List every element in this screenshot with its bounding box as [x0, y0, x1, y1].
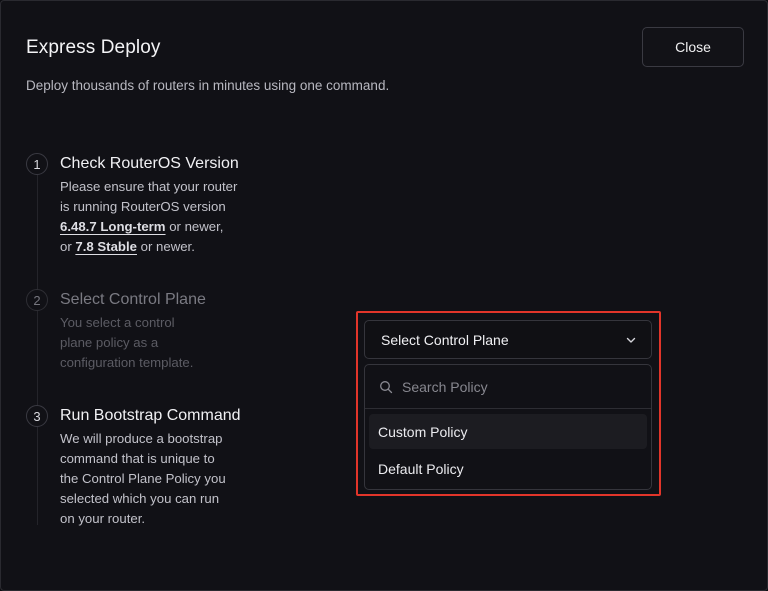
close-button[interactable]: Close — [642, 27, 744, 67]
step-desc-line: 6.48.7 Long-term or newer, — [60, 219, 224, 234]
search-row — [365, 365, 651, 409]
option-default-policy[interactable]: Default Policy — [369, 451, 647, 486]
step-description: Please ensure that your router is runnin… — [60, 177, 255, 257]
option-custom-policy[interactable]: Custom Policy — [369, 414, 647, 449]
stable-version-link[interactable]: 7.8 Stable — [75, 239, 137, 254]
control-plane-dropdown: Custom Policy Default Policy — [364, 364, 652, 490]
step-desc-line: Please ensure that your router — [60, 179, 238, 194]
step-number: 2 — [26, 289, 48, 311]
step-description: You select a control plane policy as a c… — [60, 315, 194, 370]
search-icon — [380, 380, 393, 393]
select-label: Select Control Plane — [381, 331, 509, 348]
step-title: Check RouterOS Version — [60, 155, 239, 172]
step-number: 3 — [26, 405, 48, 427]
step-title: Select Control Plane — [60, 291, 206, 308]
step-desc-line: or 7.8 Stable or newer. — [60, 239, 195, 254]
control-plane-select[interactable]: Select Control Plane — [364, 320, 652, 359]
search-policy-input[interactable] — [402, 378, 632, 395]
step-title: Run Bootstrap Command — [60, 407, 241, 424]
step-number: 1 — [26, 153, 48, 175]
express-deploy-dialog: Express Deploy Deploy thousands of route… — [0, 0, 768, 591]
stepper-line — [37, 175, 38, 525]
dialog-title: Express Deploy — [26, 37, 161, 58]
long-term-version-link[interactable]: 6.48.7 Long-term — [60, 219, 166, 234]
step-description: We will produce a bootstrap command that… — [60, 431, 226, 526]
dialog-subtitle: Deploy thousands of routers in minutes u… — [26, 78, 390, 93]
chevron-down-icon — [626, 337, 636, 343]
step-desc-line: is running RouterOS version — [60, 199, 226, 214]
